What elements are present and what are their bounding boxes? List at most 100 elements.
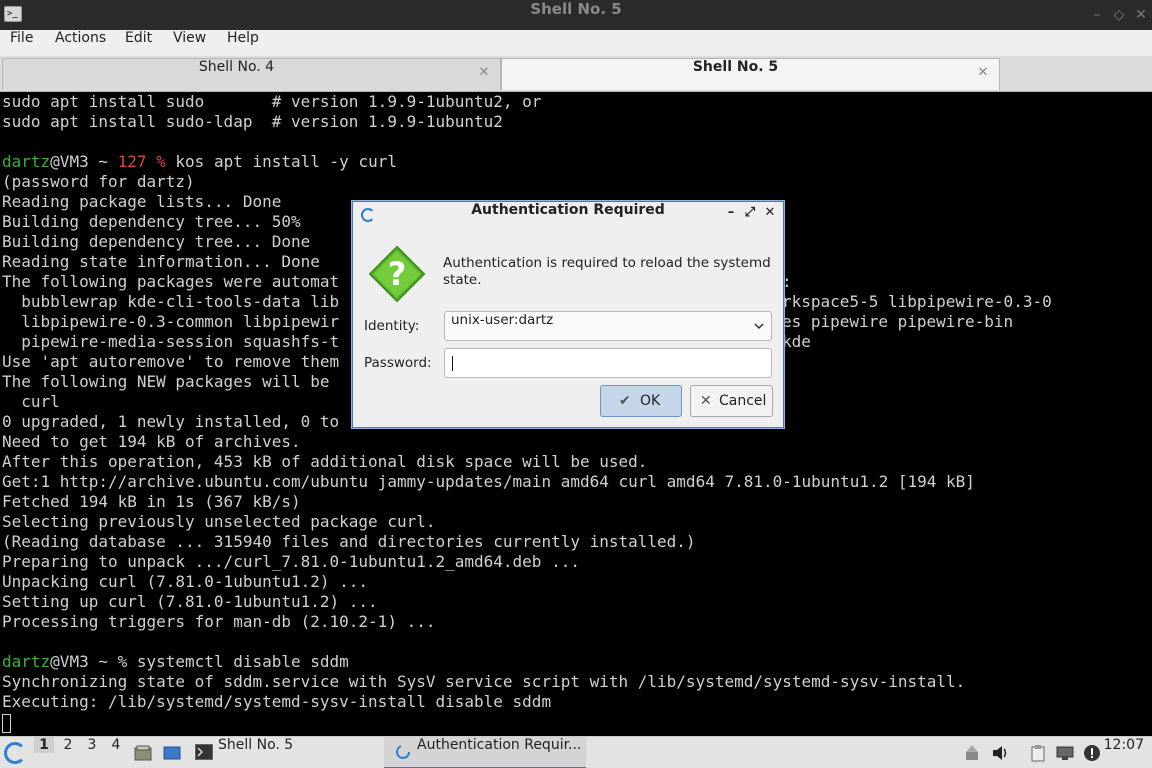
terminal-line: (password for dartz) xyxy=(2,172,195,191)
tab-close-icon[interactable]: ✕ xyxy=(476,65,492,81)
terminal-line: (Reading database ... 315940 files and d… xyxy=(2,532,696,551)
terminal-line: 0 upgraded, 1 newly installed, 0 to xyxy=(2,412,340,431)
menu-edit[interactable]: Edit xyxy=(125,30,152,46)
dialog-minimize-button[interactable]: – xyxy=(721,205,741,225)
tab-close-icon[interactable]: ✕ xyxy=(975,65,991,81)
terminal-line: bubblewrap kde-cli-tools-data lib xyxy=(2,292,340,311)
workspace-1[interactable]: 1 xyxy=(34,737,54,753)
start-menu-icon[interactable] xyxy=(4,742,26,764)
maximize-button[interactable]: ◇ xyxy=(1108,4,1130,26)
menu-bar: File Actions Edit View Help xyxy=(0,30,1152,56)
terminal-line: Need to get 194 kB of archives. xyxy=(2,432,301,451)
workspace-4[interactable]: 4 xyxy=(106,737,126,753)
terminal-line: Get:1 http://archive.ubuntu.com/ubuntu j… xyxy=(2,472,975,491)
menu-help[interactable]: Help xyxy=(227,30,259,46)
terminal-line-fragment: kde xyxy=(782,332,811,351)
close-button[interactable]: ✕ xyxy=(1130,4,1152,26)
password-field[interactable] xyxy=(444,348,772,378)
terminal-line: Setting up curl (7.81.0-1ubuntu1.2) ... xyxy=(2,592,378,611)
notifications-icon[interactable] xyxy=(1083,744,1101,762)
task-label: Shell No. 5 xyxy=(218,737,294,753)
text-cursor xyxy=(452,356,453,371)
tab-shell-5[interactable]: Shell No. 5 ✕ xyxy=(501,58,1000,90)
menu-view[interactable]: View xyxy=(173,30,206,46)
prompt-command: kos apt install -y curl xyxy=(165,152,397,171)
file-manager-icon[interactable] xyxy=(134,744,152,762)
terminal-line: The following NEW packages will be xyxy=(2,372,330,391)
prompt-user: dartz xyxy=(2,152,51,171)
clipboard-icon[interactable] xyxy=(1029,744,1047,762)
tab-shell-4[interactable]: Shell No. 4 ✕ xyxy=(2,58,501,90)
clock: 12:07 xyxy=(1103,737,1144,753)
menu-file[interactable]: File xyxy=(10,30,33,46)
terminal-line-fragment: rkspace5-5 libpipewire-0.3-0 xyxy=(782,292,1052,311)
check-icon: ✔ xyxy=(619,393,631,409)
tab-label: Shell No. 4 xyxy=(198,59,275,75)
dialog-close-button[interactable]: ✕ xyxy=(760,205,780,225)
password-label: Password: xyxy=(364,355,432,371)
menu-actions[interactable]: Actions xyxy=(55,30,106,46)
chevron-down-icon xyxy=(754,323,764,330)
dialog-title: Authentication Required xyxy=(471,202,665,218)
terminal-line: sudo apt install sudo # version 1.9.9-1u… xyxy=(2,92,542,111)
identity-value: unix-user:dartz xyxy=(451,312,554,328)
question-icon: ? xyxy=(369,246,425,302)
prompt-host: @VM3 ~ xyxy=(50,652,118,671)
terminal-line-fragment: es pipewire pipewire-bin xyxy=(782,312,1014,331)
auth-icon xyxy=(396,745,410,759)
tab-bar: Shell No. 4 ✕ Shell No. 5 ✕ xyxy=(0,56,1152,92)
prompt-symbol: % xyxy=(117,652,128,671)
auth-dialog: Authentication Required – ⤢ ✕ ? Authenti… xyxy=(352,201,784,428)
tab-label: Shell No. 5 xyxy=(692,59,779,75)
terminal-line: pipewire-media-session squashfs-t xyxy=(2,332,340,351)
dialog-message: Authentication is required to reload the… xyxy=(443,255,771,288)
terminal-line: Reading state information... Done xyxy=(2,252,320,271)
taskbar: 1 2 3 4 Shell No. 5 Authentication Requi… xyxy=(0,736,1152,768)
terminal-line: Fetched 194 kB in 1s (367 kB/s) xyxy=(2,492,301,511)
show-desktop-icon[interactable] xyxy=(163,744,181,762)
network-icon[interactable] xyxy=(1056,744,1074,762)
volume-icon[interactable] xyxy=(991,744,1009,762)
terminal-line: libpipewire-0.3-common libpipewir xyxy=(2,312,340,331)
minimize-button[interactable]: – xyxy=(1086,4,1108,26)
cancel-label: Cancel xyxy=(719,393,767,409)
prompt-user: dartz xyxy=(2,652,51,671)
terminal-line: Unpacking curl (7.81.0-1ubuntu1.2) ... xyxy=(2,572,369,591)
dialog-titlebar: Authentication Required – ⤢ ✕ xyxy=(353,202,783,228)
terminal-icon xyxy=(195,744,213,760)
terminal-line: Selecting previously unselected package … xyxy=(2,512,436,531)
terminal-line: The following packages were automat xyxy=(2,272,340,291)
cancel-button[interactable]: ✕ Cancel xyxy=(690,385,773,417)
prompt-exit-code: 127 % xyxy=(117,152,166,171)
task-label: Authentication Requir... xyxy=(417,737,582,753)
workspace-3[interactable]: 3 xyxy=(82,737,102,753)
prompt-command: systemctl disable sddm xyxy=(127,652,349,671)
terminal-line: After this operation, 453 kB of addition… xyxy=(2,452,648,471)
ok-button[interactable]: ✔ OK xyxy=(600,385,682,417)
workspace-2[interactable]: 2 xyxy=(58,737,78,753)
terminal-line: dartz@VM3 ~ % systemctl disable sddm xyxy=(2,652,349,672)
task-auth[interactable]: Authentication Requir... xyxy=(384,737,586,768)
identity-select[interactable]: unix-user:dartz xyxy=(444,311,772,341)
terminal-line: Synchronizing state of sddm.service with… xyxy=(2,672,966,691)
task-shell[interactable]: Shell No. 5 xyxy=(190,737,370,768)
prompt-host: @VM3 ~ xyxy=(50,152,118,171)
window-title: Shell No. 5 xyxy=(530,0,622,18)
svg-text:?: ? xyxy=(388,255,407,293)
terminal-line: sudo apt install sudo-ldap # version 1.9… xyxy=(2,112,503,131)
terminal-line: Reading package lists... Done xyxy=(2,192,282,211)
terminal-cursor xyxy=(2,714,11,733)
terminal-line: dartz@VM3 ~ 127 % kos apt install -y cur… xyxy=(2,152,397,172)
identity-label: Identity: xyxy=(364,318,420,334)
terminal-line: Building dependency tree... Done xyxy=(2,232,311,251)
ok-label: OK xyxy=(640,393,661,409)
terminal-line: Executing: /lib/systemd/systemd-sysv-ins… xyxy=(2,692,552,711)
terminal-line: curl xyxy=(2,392,60,411)
x-icon: ✕ xyxy=(700,393,712,409)
terminal-line: Use 'apt autoremove' to remove them xyxy=(2,352,340,371)
window-titlebar: >_ Shell No. 5 – ◇ ✕ xyxy=(0,0,1152,30)
terminal-line: Preparing to unpack .../curl_7.81.0-1ubu… xyxy=(2,552,580,571)
updates-icon[interactable] xyxy=(963,744,981,762)
dialog-restore-button[interactable]: ⤢ xyxy=(740,205,760,225)
terminal-line: Processing triggers for man-db (2.10.2-1… xyxy=(2,612,436,631)
